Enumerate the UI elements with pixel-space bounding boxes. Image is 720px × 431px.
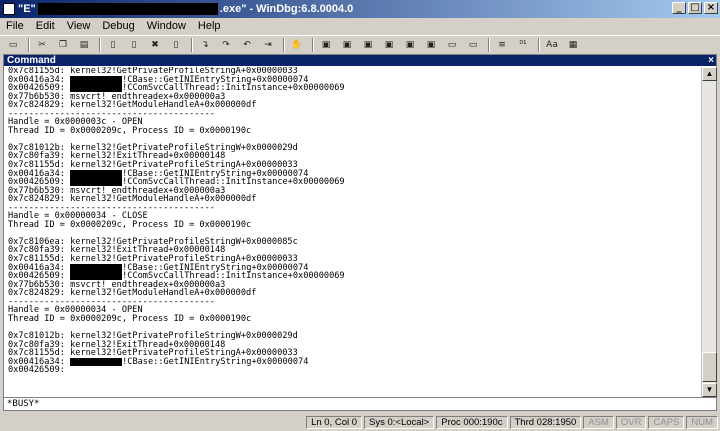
output-line: 0x7c81155d: kernel32!GetPrivateProfileSt… [8, 67, 702, 76]
scroll-up-icon[interactable]: ▲ [702, 67, 717, 81]
status-ovr: OVR [615, 416, 647, 429]
open-icon[interactable]: ▭ [4, 37, 22, 53]
status-system: Sys 0:<Local> [364, 416, 435, 429]
menu-view[interactable]: View [61, 20, 97, 32]
memory-window-icon[interactable]: ▣ [401, 37, 419, 53]
command-input[interactable]: *BUSY* [4, 397, 716, 410]
output-text: Thread ID = 0x0000209c, Process ID = 0x0… [8, 219, 252, 230]
output-text: Thread ID = 0x0000209c, Process ID = 0x0… [8, 125, 252, 136]
toolbar-separator [312, 37, 314, 52]
scratchpad-window-icon[interactable]: ▭ [464, 37, 482, 53]
toolbar-separator [538, 37, 540, 52]
status-thread: Thrd 028:1950 [509, 416, 582, 429]
output-line: Thread ID = 0x0000209c, Process ID = 0x0… [8, 221, 702, 230]
stack-address: 0x00426509: [8, 365, 65, 376]
watch-window-icon[interactable]: ▣ [338, 37, 356, 53]
menu-debug[interactable]: Debug [96, 20, 140, 32]
output-line: 0x00416a34: !CBase::GetINIEntryString+0x… [8, 75, 702, 85]
scroll-down-icon[interactable]: ▼ [702, 383, 717, 397]
break-icon[interactable]: ▯ [167, 37, 185, 53]
command-window-title: Command × [4, 55, 716, 66]
output-line: 0x00426509: [8, 366, 702, 375]
menu-edit[interactable]: Edit [30, 20, 61, 32]
redacted-module-name [70, 169, 123, 178]
command-output[interactable]: 0x7c81155d: kernel32!GetPrivateProfileSt… [4, 67, 702, 397]
minimize-icon[interactable]: _ [672, 2, 686, 14]
call-stack-window-icon[interactable]: ▣ [422, 37, 440, 53]
vertical-scrollbar[interactable]: ▲ ▼ [701, 67, 717, 397]
status-cursor-position: Ln 0, Col 0 [306, 416, 363, 429]
hex-mode-icon[interactable]: ⁰¹ [514, 37, 532, 53]
command-window-title-text: Command [7, 55, 56, 66]
options-icon[interactable]: ▦ [564, 37, 582, 53]
output-line: 0x00416a34: !CBase::GetINIEntryString+0x… [8, 169, 702, 179]
command-window-icon[interactable]: ▣ [317, 37, 335, 53]
command-window: Command × 0x7c81155d: kernel32!GetPrivat… [3, 54, 717, 411]
copy-icon[interactable]: ❐ [54, 37, 72, 53]
step-into-icon[interactable]: ↴ [196, 37, 214, 53]
output-line: 0x7c81155d: kernel32!GetPrivateProfileSt… [8, 349, 702, 358]
disassembly-window-icon[interactable]: ▭ [443, 37, 461, 53]
hand-icon[interactable]: ✋ [288, 37, 306, 53]
menu-window[interactable]: Window [141, 20, 192, 32]
step-over-icon[interactable]: ↷ [217, 37, 235, 53]
redacted-title-block [37, 3, 218, 15]
font-icon[interactable]: Aa [543, 37, 561, 53]
output-line: 0x00416a34: !CBase::GetINIEntryString+0x… [8, 356, 702, 367]
output-text: !CBase::GetINIEntryString+0x00000074 [122, 356, 309, 367]
windbg-app-icon[interactable] [3, 3, 15, 15]
window-buttons: _ □ × [672, 2, 718, 14]
output-line: 0x7c81155d: kernel32!GetPrivateProfileSt… [8, 255, 702, 264]
toolbar-separator [28, 37, 30, 52]
redacted-module-name [70, 75, 123, 84]
maximize-icon[interactable]: □ [688, 2, 702, 14]
status-num: NUM [686, 416, 718, 429]
menu-file[interactable]: File [0, 20, 30, 32]
output-line: Thread ID = 0x0000209c, Process ID = 0x0… [8, 315, 702, 324]
status-asm: ASM [583, 416, 614, 429]
toolbar: ▭ ✂ ❐ ▤ ▯ ▯ ✖ ▯ ↴ ↷ ↶ ⇥ ✋ ▣ ▣ ▣ ▣ ▣ ▣ ▭ … [0, 35, 720, 53]
toolbar-separator [283, 37, 285, 52]
locals-window-icon[interactable]: ▣ [359, 37, 377, 53]
registers-window-icon[interactable]: ▣ [380, 37, 398, 53]
output-line: 0x00416a34: !CBase::GetINIEntryString+0x… [8, 263, 702, 273]
title-prefix: "E" [18, 3, 36, 15]
command-input-prompt: *BUSY* [7, 399, 40, 409]
menu-bar: File Edit View Debug Window Help [0, 18, 720, 34]
status-bar: Ln 0, Col 0 Sys 0:<Local> Proc 000:190c … [0, 414, 720, 431]
toolbar-separator [488, 37, 490, 52]
menu-help[interactable]: Help [192, 20, 227, 32]
go-icon[interactable]: ▯ [104, 37, 122, 53]
cut-icon[interactable]: ✂ [33, 37, 51, 53]
command-window-close-icon[interactable]: × [708, 55, 714, 66]
step-out-icon[interactable]: ↶ [238, 37, 256, 53]
source-mode-icon[interactable]: ≡ [493, 37, 511, 53]
redacted-module-name [70, 357, 123, 366]
status-process: Proc 000:190c [436, 416, 508, 429]
stop-icon[interactable]: ✖ [146, 37, 164, 53]
output-text: Thread ID = 0x0000209c, Process ID = 0x0… [8, 313, 252, 324]
status-caps: CAPS [648, 416, 685, 429]
redacted-module-name [70, 263, 123, 272]
close-icon[interactable]: × [704, 2, 718, 14]
paste-icon[interactable]: ▤ [75, 37, 93, 53]
toolbar-separator [191, 37, 193, 52]
toolbar-separator [99, 37, 101, 52]
scroll-thumb[interactable] [702, 352, 717, 382]
title-bar: "E" .exe" - WinDbg:6.8.0004.0 _ □ × [0, 0, 720, 18]
run-to-cursor-icon[interactable]: ⇥ [259, 37, 277, 53]
restart-icon[interactable]: ▯ [125, 37, 143, 53]
output-line: 0x7c81155d: kernel32!GetPrivateProfileSt… [8, 161, 702, 170]
output-line: Thread ID = 0x0000209c, Process ID = 0x0… [8, 127, 702, 136]
title-suffix: .exe" - WinDbg:6.8.0004.0 [219, 3, 354, 15]
